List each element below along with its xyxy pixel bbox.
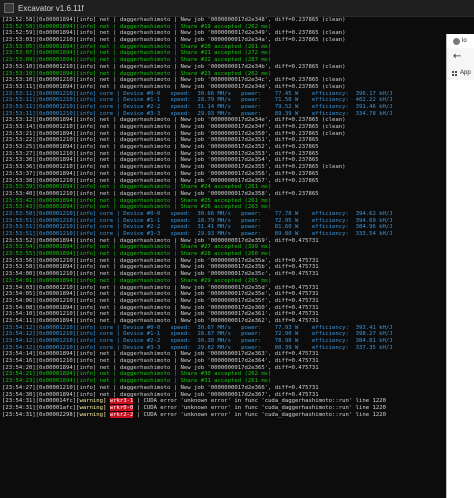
log-line: [23:54:03][0x00001210][info] net | dagge… — [2, 284, 319, 291]
app-icon — [4, 3, 14, 13]
log-line: [23:53:40][0x00001210][info] net | dagge… — [2, 190, 319, 197]
warning-tag: [warning] — [76, 398, 107, 405]
log-line: [23:53:12][0x00001894][info] net | dagge… — [2, 117, 346, 124]
log-line: [23:53:38][0x00001210][info] net | dagge… — [2, 177, 319, 184]
log-prefix: [23:54:31][0x000014fc] — [2, 398, 77, 405]
log-line: [23:53:11][0x00001210][info] core | Devi… — [2, 97, 393, 104]
browser-content — [447, 80, 474, 498]
log-line: [23:54:12][0x00001210][info] core | Devi… — [2, 331, 393, 338]
log-line: [23:53:11][0x00001210][info] core | Devi… — [2, 103, 393, 110]
log-line: [23:53:03][0x00001210][info] net | dagge… — [2, 37, 346, 44]
log-line: [23:53:37][0x00001894][info] net | dagge… — [2, 170, 319, 177]
log-line: [23:54:21][0x00001894][info] net | dagge… — [2, 371, 272, 378]
title-bar: Excavator v1.6.11f — [0, 0, 474, 17]
window-title: Excavator v1.6.11f — [18, 3, 84, 13]
log-line: [23:54:12][0x00001210][info] core | Devi… — [2, 324, 393, 331]
log-line: [23:54:00][0x00001210][info] net | dagge… — [2, 271, 319, 278]
apps-grid-icon[interactable] — [452, 70, 457, 76]
log-line: [23:53:56][0x00001210][info] net | dagge… — [2, 257, 319, 264]
tab-label: lo — [462, 38, 467, 44]
log-line: [23:54:01][0x00001894][info] net | dagge… — [2, 277, 272, 284]
warning-message: | CUDA error 'unknown error' in func 'cu… — [133, 398, 386, 405]
log-line: [23:53:43][0x00001894][info] net | dagge… — [2, 204, 272, 211]
log-line: [23:53:11][0x00001894][info] net | dagge… — [2, 83, 346, 90]
log-line: [23:53:54][0x00001894][info] net | dagge… — [2, 244, 272, 251]
log-line: [23:54:12][0x00001210][info] core | Devi… — [2, 344, 393, 351]
log-line: [23:52:58][0x00001894][info] net | dagge… — [2, 23, 272, 30]
log-line: [23:53:21][0x00001894][info] net | dagge… — [2, 130, 346, 137]
worker-badge: wrkr2-2 — [109, 411, 134, 418]
log-line: [23:53:30][0x00001894][info] net | dagge… — [2, 157, 319, 164]
log-line: [23:53:22][0x00001210][info] net | dagge… — [2, 137, 319, 144]
warning-log-line: [23:54:31][0x00001afc][warning] wrkr0-0 … — [2, 404, 446, 412]
log-line: [23:53:10][0x00001210][info] net | dagge… — [2, 77, 346, 84]
log-line: [23:53:51][0x00001210][info] core | Devi… — [2, 224, 393, 231]
bookmarks-bar: App — [447, 66, 474, 81]
log-line: [23:54:05][0x00001894][info] net | dagge… — [2, 291, 319, 298]
log-line: [23:54:11][0x00001894][info] net | dagge… — [2, 317, 319, 324]
worker-badge: wrkr3-1 — [109, 398, 134, 405]
log-line: [23:54:23][0x00001894][info] net | dagge… — [2, 378, 272, 385]
log-line: [23:53:51][0x00001210][info] core | Devi… — [2, 231, 393, 237]
log-line: [23:53:27][0x00001210][info] net | dagge… — [2, 150, 319, 157]
log-line: [23:54:10][0x00001210][info] net | dagge… — [2, 311, 319, 318]
tab-favicon-icon — [453, 37, 460, 45]
log-line: [23:54:30][0x00001894][info] net | dagge… — [2, 391, 319, 398]
log-line: [23:53:11][0x00001210][info] core | Devi… — [2, 90, 393, 97]
log-line: [23:53:09][0x00001894][info] net | dagge… — [2, 57, 272, 64]
log-line: [23:53:39][0x00001894][info] net | dagge… — [2, 184, 272, 191]
back-arrow-icon[interactable]: ← — [453, 52, 461, 62]
log-line: [23:52:59][0x00001894][info] net | dagge… — [2, 30, 346, 37]
log-line: [23:54:27][0x00001210][info] net | dagge… — [2, 384, 319, 391]
log-line: [23:53:05][0x00001894][info] net | dagge… — [2, 43, 272, 50]
warning-log-line: [23:54:31][0x000014fc][warning] wrkr3-1 … — [2, 398, 446, 405]
log-line: [23:53:52][0x00001894][info] net | dagge… — [2, 237, 319, 244]
console-output[interactable]: [23:52:58][0x00001894][info] net | dagge… — [2, 17, 446, 498]
log-line: [23:54:16][0x00001210][info] net | dagge… — [2, 358, 319, 365]
log-line: [23:54:06][0x00001210][info] net | dagge… — [2, 297, 319, 304]
log-line: [23:53:10][0x00001894][info] net | dagge… — [2, 70, 272, 77]
log-prefix: [23:54:31][0x00001afc] — [2, 404, 77, 411]
log-line: [23:53:25][0x00001894][info] net | dagge… — [2, 144, 319, 151]
log-line: [23:53:50][0x00001210][info] core | Devi… — [2, 210, 393, 217]
log-line: [23:53:10][0x00001210][info] net | dagge… — [2, 63, 346, 70]
log-line: [23:54:12][0x00001210][info] core | Devi… — [2, 338, 393, 344]
log-line: [23:54:14][0x00001894][info] net | dagge… — [2, 351, 319, 358]
log-line: [23:53:11][0x00001210][info] core | Devi… — [2, 110, 393, 117]
warning-tag: [warning] — [76, 411, 107, 418]
warning-tag: [warning] — [76, 404, 107, 411]
log-prefix: [23:54:31][0x00002298] — [2, 411, 77, 418]
log-line: [23:53:36][0x00001210][info] net | dagge… — [2, 164, 346, 171]
apps-label[interactable]: App — [460, 70, 471, 76]
warning-log-line: [23:54:31][0x00002298][warning] wrkr2-2 … — [2, 411, 446, 419]
log-line: [23:53:42][0x00001894][info] net | dagge… — [2, 197, 272, 204]
warning-message: | CUDA error 'unknown error' in func 'cu… — [133, 411, 386, 418]
log-line: [23:53:55][0x00001894][info] net | dagge… — [2, 251, 272, 258]
browser-window[interactable]: lo ← App — [446, 34, 474, 498]
browser-tab[interactable]: lo — [447, 34, 474, 49]
log-line: [23:53:58][0x00001894][info] net | dagge… — [2, 264, 319, 271]
log-line: [23:54:08][0x00001894][info] net | dagge… — [2, 304, 319, 311]
log-line: [23:53:14][0x00001210][info] net | dagge… — [2, 124, 346, 130]
log-line: [23:54:20][0x00001894][info] net | dagge… — [2, 364, 319, 371]
log-line: [23:53:07][0x00001894][info] net | dagge… — [2, 50, 272, 57]
warning-message: | CUDA error 'unknown error' in func 'cu… — [133, 404, 386, 411]
log-line: [23:52:58][0x00001894][info] net | dagge… — [2, 17, 346, 23]
log-line: [23:53:51][0x00001210][info] core | Devi… — [2, 217, 393, 224]
browser-nav: ← — [447, 48, 474, 67]
worker-badge: wrkr0-0 — [109, 404, 134, 411]
